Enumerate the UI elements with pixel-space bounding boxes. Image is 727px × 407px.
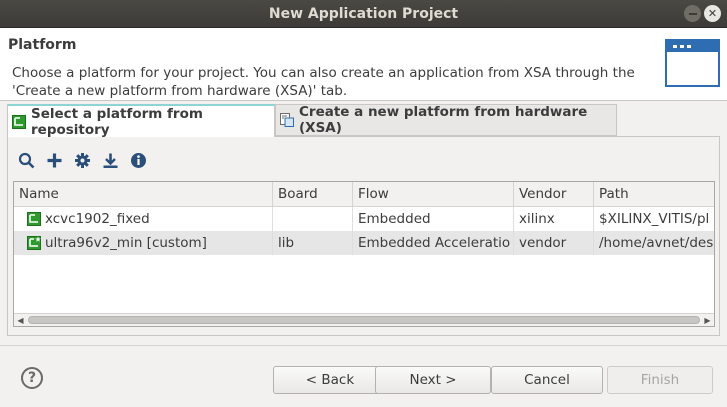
page-description: Choose a platform for your project. You … (12, 65, 635, 99)
platform-name: xcvc1902_fixed (45, 211, 150, 227)
window-titlebar: New Application Project (0, 0, 727, 28)
tab-create-platform-xsa[interactable]: Create a new platform from hardware (XSA… (275, 104, 617, 136)
search-icon (18, 152, 34, 168)
platform-icon (27, 212, 41, 226)
add-platform-button[interactable] (44, 150, 64, 170)
tab-select-platform-repository[interactable]: Select a platform from repository (7, 104, 275, 138)
close-icon: ✕ (707, 7, 718, 20)
platform-board: lib (273, 231, 353, 255)
column-name[interactable]: Name (14, 182, 273, 207)
platform-tabs: Select a platform from repository Create… (7, 104, 720, 336)
cancel-button[interactable]: Cancel (491, 366, 603, 394)
settings-button[interactable] (72, 150, 92, 170)
platform-board (273, 207, 353, 231)
column-vendor[interactable]: Vendor (514, 182, 594, 207)
platform-flow: Embedded Acceleratio (353, 231, 514, 255)
table-row[interactable]: xcvc1902_fixed Embedded xilinx $XILINX_V… (14, 207, 714, 231)
tab-panel: Name Board Flow Vendor Path xcvc1902_fix… (7, 136, 720, 336)
finish-button[interactable]: Finish (607, 366, 713, 394)
platform-flow: Embedded (353, 207, 514, 231)
close-button[interactable]: ✕ (704, 5, 721, 22)
help-button[interactable]: ? (21, 367, 43, 389)
tab-label: Create a new platform from hardware (XSA… (299, 104, 588, 136)
column-board[interactable]: Board (273, 182, 353, 207)
hardware-platform-icon (280, 113, 294, 127)
table-row-selected[interactable]: ultra96v2_min [custom] lib Embedded Acce… (14, 231, 714, 255)
table-header: Name Board Flow Vendor Path (14, 182, 714, 207)
tab-label: Select a platform from repository (31, 105, 203, 138)
window-title: New Application Project (268, 5, 459, 22)
info-button[interactable] (128, 150, 148, 170)
button-bar-divider (0, 345, 727, 346)
platform-vendor: xilinx (514, 207, 594, 231)
column-path[interactable]: Path (594, 182, 714, 207)
add-icon (47, 153, 61, 167)
help-icon: ? (27, 370, 37, 386)
back-button[interactable]: < Back (273, 366, 387, 394)
platform-path: $XILINX_VITIS/pl (599, 211, 710, 227)
gear-icon (74, 152, 90, 168)
wizard-banner-icon (665, 39, 720, 87)
download-button[interactable] (100, 150, 120, 170)
platform-name: ultra96v2_min [custom] (45, 235, 207, 251)
minimize-button[interactable] (684, 5, 701, 22)
platform-icon (12, 114, 26, 129)
info-icon (130, 152, 146, 168)
page-title: Platform (8, 37, 77, 53)
wizard-header: Platform Choose a platform for your proj… (0, 28, 727, 101)
custom-platform-icon (27, 236, 41, 250)
download-icon (103, 153, 117, 168)
minimize-icon (688, 12, 697, 15)
scroll-right-icon[interactable]: ▶ (701, 314, 714, 326)
scroll-left-icon[interactable]: ◀ (14, 314, 27, 326)
platform-vendor: vendor (514, 231, 594, 255)
platform-path: /home/avnet/des (599, 235, 714, 251)
platform-toolbar (16, 149, 148, 171)
scrollbar-thumb[interactable] (28, 316, 700, 324)
platform-table: Name Board Flow Vendor Path xcvc1902_fix… (13, 181, 715, 327)
search-button[interactable] (16, 150, 36, 170)
horizontal-scrollbar[interactable]: ◀ ▶ (14, 313, 714, 326)
next-button[interactable]: Next > (375, 366, 491, 394)
column-flow[interactable]: Flow (353, 182, 514, 207)
